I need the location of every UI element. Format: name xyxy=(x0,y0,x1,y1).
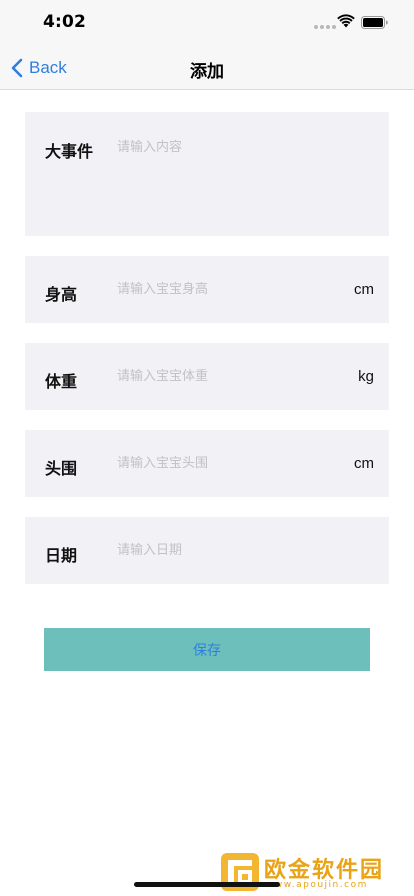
date-input[interactable] xyxy=(117,540,317,560)
wifi-icon xyxy=(337,14,355,28)
height-unit: cm xyxy=(354,281,374,298)
weight-input[interactable] xyxy=(117,366,317,386)
cellular-signal-icon xyxy=(314,25,336,29)
height-label: 身高 xyxy=(45,285,78,304)
date-field-card: 日期 xyxy=(25,517,389,584)
home-indicator xyxy=(134,882,280,887)
status-time: 4:02 xyxy=(43,12,87,32)
head-circumference-label: 头围 xyxy=(45,459,78,478)
weight-unit: kg xyxy=(358,368,374,385)
height-field-card: 身高 cm xyxy=(25,256,389,323)
weight-field-card: 体重 kg xyxy=(25,343,389,410)
page-title: 添加 xyxy=(190,62,224,82)
battery-icon xyxy=(361,16,388,29)
height-input[interactable] xyxy=(117,279,317,299)
event-field-card: 大事件 xyxy=(25,112,389,236)
watermark-url: www.apoujin.com xyxy=(266,880,368,890)
status-bar: 4:02 xyxy=(0,0,414,46)
event-label: 大事件 xyxy=(45,142,94,161)
head-circumference-input[interactable] xyxy=(117,453,317,473)
head-circumference-unit: cm xyxy=(354,455,374,472)
date-label: 日期 xyxy=(45,546,78,565)
save-button[interactable]: 保存 xyxy=(44,628,370,671)
weight-label: 体重 xyxy=(45,372,78,391)
navigation-bar: Back 添加 xyxy=(0,46,414,90)
event-input[interactable] xyxy=(117,137,367,157)
head-circumference-field-card: 头围 cm xyxy=(25,430,389,497)
